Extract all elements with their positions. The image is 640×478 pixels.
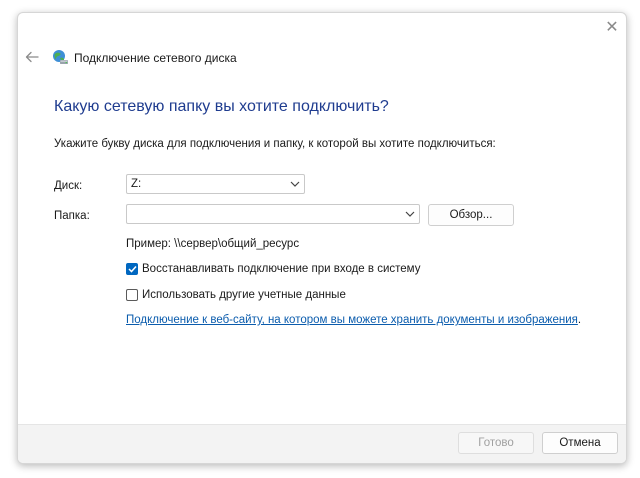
map-network-drive-dialog: ✕ Подключение сетевого диска Какую сетев… [17,12,627,464]
other-credentials-option[interactable]: Использовать другие учетные данные [126,289,346,301]
other-credentials-checkbox[interactable] [126,289,138,301]
reconnect-label: Восстанавливать подключение при входе в … [142,263,421,275]
finish-button[interactable]: Готово [458,432,534,454]
drive-select-value: Z: [131,178,142,190]
link-suffix: . [577,314,582,326]
chevron-down-icon [290,181,300,187]
reconnect-option[interactable]: Восстанавливать подключение при входе в … [126,263,420,275]
window-title: Подключение сетевого диска [74,51,237,65]
website-link[interactable]: Подключение к веб-сайту, на котором вы м… [126,314,578,326]
back-arrow-icon [25,51,39,63]
checkmark-icon [127,265,137,273]
page-heading: Какую сетевую папку вы хотите подключить… [54,98,389,115]
other-credentials-label: Использовать другие учетные данные [142,289,346,301]
reconnect-checkbox[interactable] [126,263,138,275]
cancel-button[interactable]: Отмена [542,432,618,454]
folder-input[interactable] [126,204,420,224]
instruction-text: Укажите букву диска для подключения и па… [54,138,496,150]
browse-button[interactable]: Обзор... [428,204,514,226]
close-button[interactable]: ✕ [598,13,626,41]
folder-label: Папка: [54,210,90,222]
drive-label: Диск: [54,180,83,192]
back-button[interactable] [24,49,40,65]
chevron-down-icon [405,211,415,217]
website-link-row: Подключение к веб-сайту, на котором вы м… [126,314,581,326]
example-text: Пример: \\сервер\общий_ресурс [126,238,300,250]
network-drive-icon [53,50,68,64]
dialog-footer: Готово Отмена [18,424,626,463]
drive-select[interactable]: Z: [126,174,305,194]
close-icon: ✕ [605,19,619,36]
